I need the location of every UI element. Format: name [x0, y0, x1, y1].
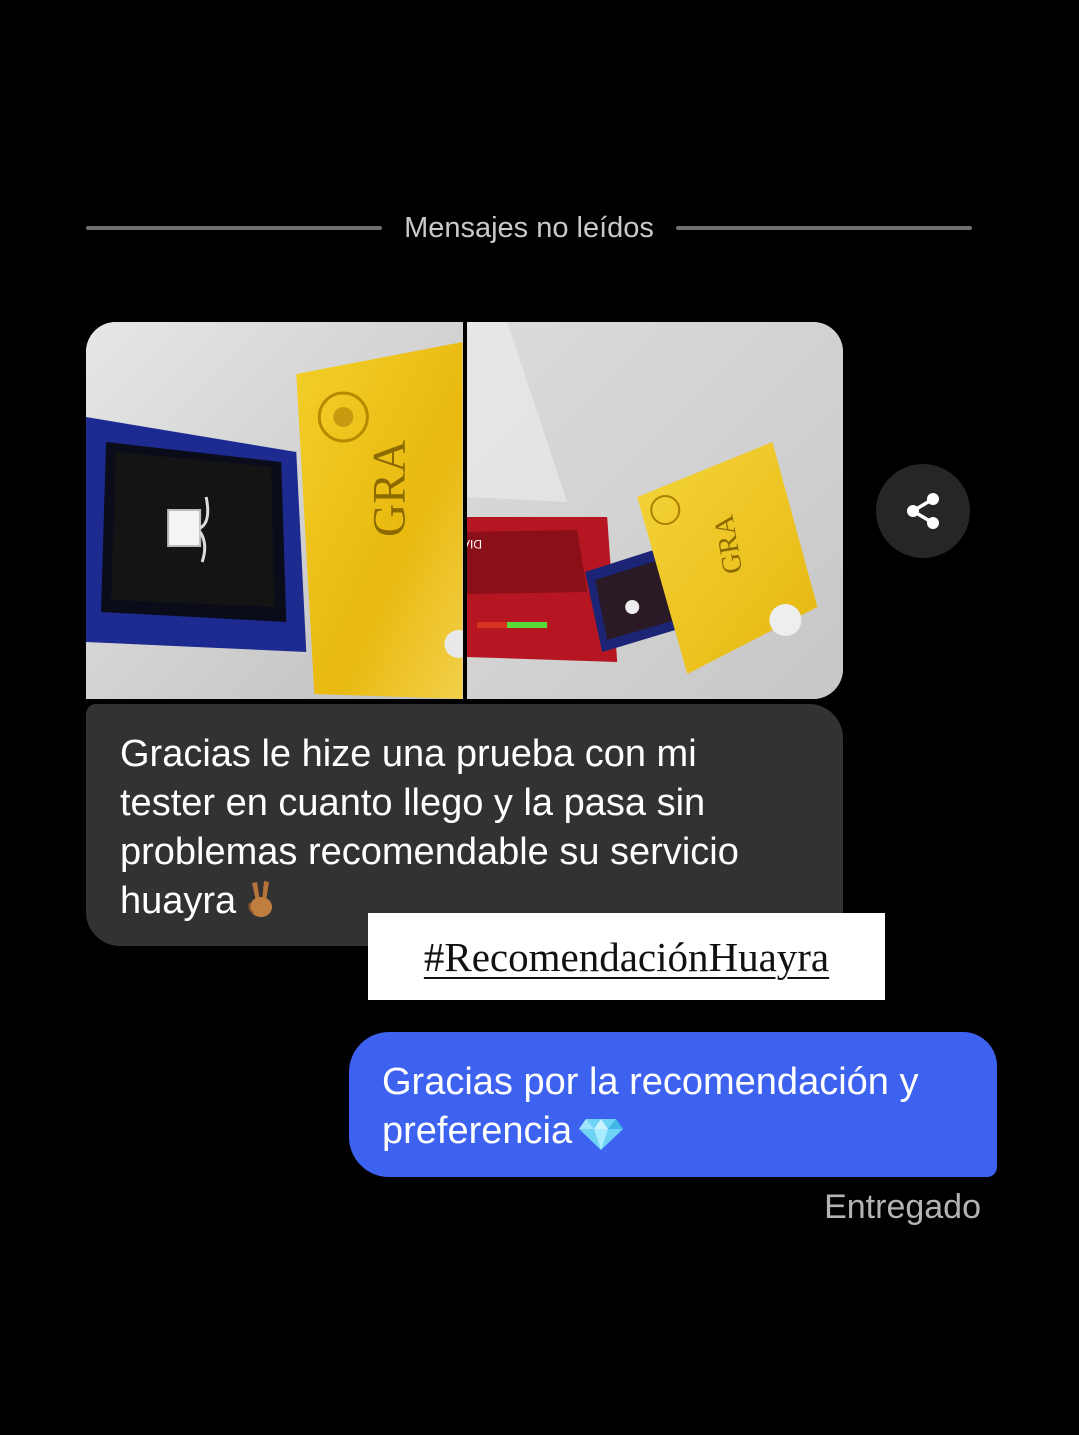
divider-line-left	[86, 226, 383, 230]
incoming-message-line: tester en cuanto llego y la pasa sin	[120, 782, 706, 824]
ring-box-with-gold-certificate-image: GRA	[86, 322, 463, 699]
delivery-status: Entregado	[824, 1188, 981, 1226]
message-photo-diamond-tester[interactable]: DIAMOND SELECTOR GRA	[466, 322, 843, 699]
share-button[interactable]	[876, 464, 970, 558]
incoming-message-bubble[interactable]: Gracias le hize una prueba con mi tester…	[86, 704, 843, 946]
gem-icon	[578, 1115, 624, 1164]
ring-box-with-diamond-tester-and-certificate-image: DIAMOND SELECTOR GRA	[466, 322, 843, 699]
svg-text:DIAMOND SELECTOR: DIAMOND SELECTOR	[467, 537, 482, 551]
incoming-message-line: problemas recomendable su servicio	[120, 831, 739, 873]
incoming-message-line: Gracias le hize una prueba con mi	[120, 733, 697, 775]
hashtag-text: #RecomendaciónHuayra	[423, 933, 830, 980]
unread-divider-label: Mensajes no leídos	[404, 211, 654, 244]
outgoing-message-line: Gracias por la recomendación y	[382, 1061, 919, 1103]
unread-divider: Mensajes no leídos	[86, 206, 972, 250]
message-image-group: GRA DIAMO	[86, 322, 843, 699]
svg-text:GRA: GRA	[363, 440, 414, 537]
victory-hand-icon	[244, 879, 278, 932]
incoming-message-line: huayra	[120, 880, 237, 922]
outgoing-message-bubble[interactable]: Gracias por la recomendación y preferenc…	[349, 1032, 997, 1177]
hashtag-overlay: #RecomendaciónHuayra	[368, 913, 885, 1000]
message-photo-ring-certificate[interactable]: GRA	[86, 322, 463, 699]
outgoing-message-line: preferencia	[382, 1110, 573, 1152]
outgoing-message-line-last: preferencia	[382, 1107, 977, 1164]
divider-line-right	[675, 226, 972, 230]
share-icon	[907, 493, 939, 529]
chat-screen: Mensajes no leídos GRA DI GRA Gracias le…	[0, 0, 1079, 1435]
